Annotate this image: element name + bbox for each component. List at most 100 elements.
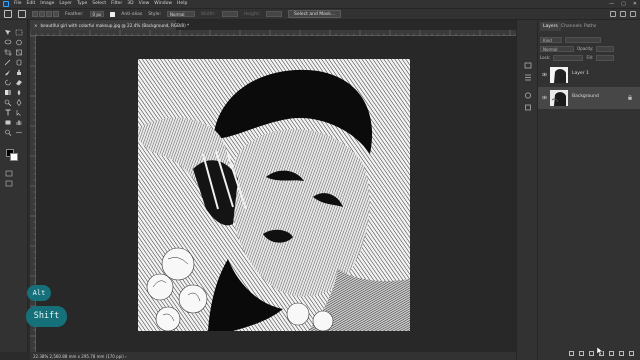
tab-paths[interactable]: Paths: [581, 22, 599, 31]
layer-filter-row: Kind: [540, 36, 601, 43]
link-layers-icon[interactable]: [569, 350, 574, 356]
filter-icons[interactable]: [565, 36, 601, 43]
screen-mode-icon[interactable]: [5, 180, 13, 187]
new-group-icon[interactable]: [609, 350, 614, 356]
menu-layer[interactable]: Layer: [59, 0, 72, 8]
feather-input[interactable]: 0 px: [89, 11, 105, 17]
menu-view[interactable]: View: [139, 0, 150, 8]
blend-mode-select[interactable]: Normal: [540, 45, 574, 52]
adjustments-icon[interactable]: [524, 92, 532, 99]
new-layer-icon[interactable]: [619, 350, 624, 356]
quick-select-tool-icon[interactable]: [15, 39, 23, 46]
delete-layer-icon[interactable]: [629, 350, 634, 356]
layer-lock-row: Lock: Fill:: [540, 54, 615, 61]
marquee-tool-preset-icon[interactable]: [18, 10, 26, 18]
gradient-tool-icon[interactable]: [4, 89, 12, 96]
add-selection-icon[interactable]: [39, 11, 45, 17]
key-overlay-shift: Shift: [26, 306, 67, 327]
share-icon[interactable]: [630, 11, 636, 17]
subtract-selection-icon[interactable]: [46, 11, 52, 17]
lock-icon: [628, 95, 632, 100]
document-tab[interactable]: × beautiful girl with colorful makeup.jp…: [30, 20, 189, 30]
crop-tool-icon[interactable]: [4, 49, 12, 56]
move-tool-icon[interactable]: [4, 29, 12, 36]
history-icon[interactable]: [524, 62, 532, 69]
libraries-icon[interactable]: [524, 104, 532, 111]
menu-image[interactable]: Image: [40, 0, 54, 8]
height-label: Height:: [243, 11, 261, 17]
menu-file[interactable]: File: [14, 0, 22, 8]
menu-type[interactable]: Type: [77, 0, 87, 8]
layer-blend-row: Normal Opacity:: [540, 45, 615, 52]
home-icon[interactable]: [4, 10, 12, 18]
mouse-cursor-icon: [597, 347, 603, 355]
layer-row[interactable]: Layer 1: [538, 64, 640, 86]
selection-mode-group: [32, 11, 59, 17]
new-selection-icon[interactable]: [32, 11, 38, 17]
fill-input[interactable]: [596, 54, 615, 61]
properties-icon[interactable]: [524, 74, 532, 81]
layer-style-icon[interactable]: [579, 350, 584, 356]
lock-label: Lock:: [540, 55, 551, 60]
close-button[interactable]: ✕: [633, 0, 637, 8]
marquee-tool-icon[interactable]: [15, 29, 23, 36]
photoshop-logo-icon[interactable]: [3, 1, 9, 7]
document-workspace: [36, 36, 516, 352]
tab-close-icon[interactable]: ×: [34, 23, 38, 28]
visibility-eye-icon[interactable]: [542, 72, 547, 77]
minimize-button[interactable]: —: [609, 0, 614, 8]
layer-name[interactable]: Layer 1: [572, 71, 589, 76]
layer-row-selected[interactable]: Background: [538, 87, 640, 109]
antialias-checkbox[interactable]: [110, 11, 116, 17]
workspace-icon[interactable]: [620, 11, 626, 17]
menu-help[interactable]: Help: [177, 0, 187, 8]
blur-tool-icon[interactable]: [15, 89, 23, 96]
eyedropper-tool-icon[interactable]: [4, 59, 12, 66]
menu-select[interactable]: Select: [92, 0, 106, 8]
filter-kind-select[interactable]: Kind: [540, 36, 562, 43]
background-color-swatch[interactable]: [10, 153, 18, 161]
height-input[interactable]: [266, 11, 283, 17]
tools-panel: [0, 20, 28, 352]
frame-tool-icon[interactable]: [15, 49, 23, 56]
visibility-eye-icon[interactable]: [542, 95, 547, 100]
eraser-tool-icon[interactable]: [15, 79, 23, 86]
menu-edit[interactable]: Edit: [27, 0, 36, 8]
options-right-icons: [610, 11, 636, 17]
quick-mask-icon[interactable]: [5, 170, 13, 177]
brush-tool-icon[interactable]: [4, 69, 12, 76]
panel-icon-strip: [516, 20, 538, 360]
width-label: Width:: [201, 11, 216, 17]
lasso-tool-icon[interactable]: [4, 39, 12, 46]
history-brush-tool-icon[interactable]: [4, 79, 12, 86]
maximize-button[interactable]: ▢: [621, 0, 626, 8]
pen-tool-icon[interactable]: [15, 99, 23, 106]
zoom-tool-icon[interactable]: [4, 129, 12, 136]
hand-tool-icon[interactable]: [15, 119, 23, 126]
style-select[interactable]: Normal: [167, 11, 196, 17]
document-canvas[interactable]: [138, 59, 410, 331]
layer-name[interactable]: Background: [572, 94, 599, 99]
type-tool-icon[interactable]: [4, 109, 12, 116]
more-tools-icon[interactable]: [15, 129, 23, 136]
lock-icons[interactable]: [553, 54, 584, 61]
width-input[interactable]: [221, 11, 238, 17]
antialias-label: Anti-alias: [121, 11, 143, 17]
shape-tool-icon[interactable]: [4, 119, 12, 126]
feather-label: Feather:: [65, 11, 84, 17]
menu-3d[interactable]: 3D: [127, 0, 133, 8]
engraved-portrait-image: [138, 59, 410, 331]
clone-stamp-tool-icon[interactable]: [15, 69, 23, 76]
dodge-tool-icon[interactable]: [4, 99, 12, 106]
intersect-selection-icon[interactable]: [53, 11, 59, 17]
healing-brush-tool-icon[interactable]: [15, 59, 23, 66]
menu-window[interactable]: Window: [154, 0, 172, 8]
search-icon[interactable]: [610, 11, 616, 17]
add-mask-icon[interactable]: [589, 350, 594, 356]
select-and-mask-button[interactable]: Select and Mask...: [288, 10, 342, 18]
menu-filter[interactable]: Filter: [111, 0, 122, 8]
opacity-input[interactable]: [596, 45, 615, 52]
status-text: 22.38% 2,560.88 mm x 295.78 mm (170 ppi)…: [33, 353, 127, 359]
layers-panel-tabs: Layers Channels Paths: [538, 22, 640, 31]
path-select-tool-icon[interactable]: [15, 109, 23, 116]
